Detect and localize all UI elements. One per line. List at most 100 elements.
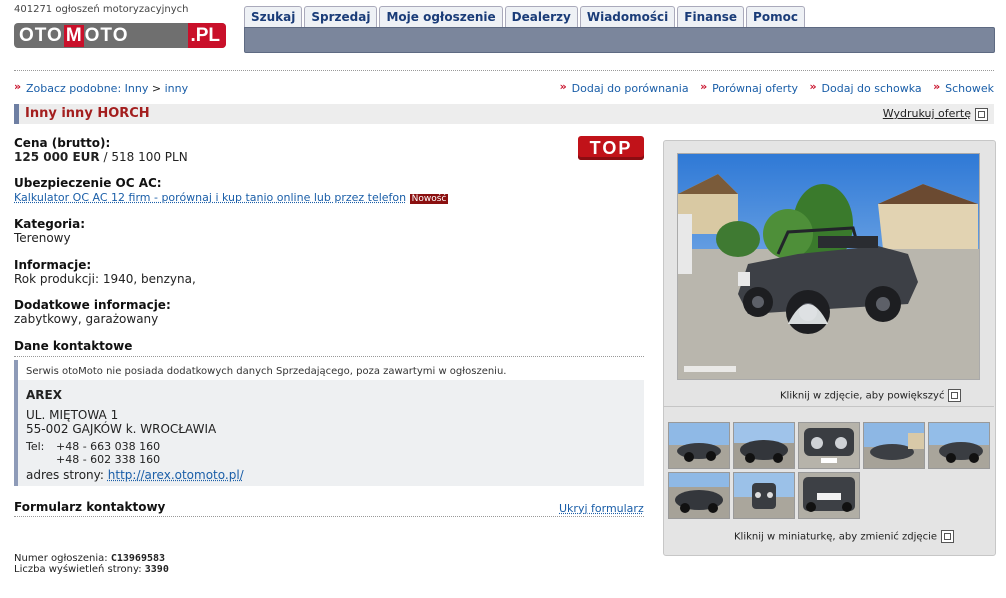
thumbnail-image bbox=[734, 423, 794, 468]
thumbnail-image bbox=[799, 473, 859, 518]
bullet-icon bbox=[700, 80, 708, 93]
thumbnail-4[interactable] bbox=[863, 422, 925, 469]
tab-pomoc[interactable]: Pomoc bbox=[746, 6, 805, 27]
divider bbox=[14, 70, 994, 71]
contact-form-heading: Formularz kontaktowy bbox=[14, 500, 166, 514]
thumbnail-image bbox=[799, 423, 859, 468]
bullet-icon bbox=[560, 80, 568, 93]
thumbnail-image bbox=[669, 423, 729, 468]
thumbnail-hint: Kliknij w miniaturkę, aby zmienić zdjęci… bbox=[734, 530, 955, 543]
thumbnail-hint-text: Kliknij w miniaturkę, aby zmienić zdjęci… bbox=[734, 531, 938, 543]
info-label: Informacje: bbox=[14, 258, 92, 272]
logo-word-oto-2: OTO bbox=[84, 24, 129, 46]
bullet-icon bbox=[810, 80, 818, 93]
listing-count: 401271 ogłoszeń motoryzacyjnych bbox=[14, 4, 189, 15]
price-label: Cena (brutto): bbox=[14, 136, 111, 150]
thumbnail-1[interactable] bbox=[668, 422, 730, 469]
vehicle-photo-image bbox=[678, 154, 979, 379]
tab-szukaj[interactable]: Szukaj bbox=[244, 6, 303, 27]
seller-street: UL. MIĘTOWA 1 bbox=[26, 408, 119, 422]
seller-website-link[interactable]: http://arex.otomoto.pl/ bbox=[108, 468, 244, 482]
tab-finanse[interactable]: Finanse bbox=[677, 6, 745, 27]
price-main: 125 000 EUR bbox=[14, 150, 100, 164]
title-bar: Inny inny HORCH Wydrukuj ofertę bbox=[14, 104, 994, 124]
tab-moje-ogloszenie[interactable]: Moje ogłoszenie bbox=[379, 6, 503, 27]
thumbnail-3[interactable] bbox=[798, 422, 860, 469]
price-section: Cena (brutto): 125 000 EUR / 518 100 PLN bbox=[14, 136, 188, 164]
thumbnail-image bbox=[929, 423, 989, 468]
tab-sprzedaj[interactable]: Sprzedaj bbox=[304, 6, 378, 27]
contact-heading: Dane kontaktowe bbox=[14, 339, 133, 353]
main-photo[interactable] bbox=[677, 153, 980, 380]
seller-city: 55-002 GAJKÓW k. WROCŁAWIA bbox=[26, 422, 217, 436]
thumbnail-8[interactable] bbox=[798, 472, 860, 519]
thumbnails-icon bbox=[941, 530, 955, 543]
thumbnail-image bbox=[669, 473, 729, 518]
bullet-icon bbox=[14, 80, 22, 93]
category-section: Kategoria: Terenowy bbox=[14, 217, 85, 245]
compare-offers-link[interactable]: Porównaj oferty bbox=[712, 82, 798, 95]
website-label: adres strony: bbox=[26, 468, 104, 482]
price-alt: 518 100 PLN bbox=[111, 150, 188, 164]
insurance-calculator-link[interactable]: Kalkulator OC AC 12 firm - porównaj i ku… bbox=[14, 191, 406, 204]
seller-phone-1: +48 - 663 038 160 bbox=[56, 440, 161, 453]
views-label: Liczba wyświetleń strony: bbox=[14, 564, 142, 575]
category-label: Kategoria: bbox=[14, 217, 86, 231]
thumbnail-6[interactable] bbox=[668, 472, 730, 519]
category-value: Terenowy bbox=[14, 231, 71, 245]
logo-pl: .PL bbox=[188, 23, 226, 48]
thumbnail-image bbox=[864, 423, 924, 468]
breadcrumb-item-inny[interactable]: Inny bbox=[125, 82, 149, 95]
divider bbox=[663, 406, 994, 407]
contact-note: Serwis otoMoto nie posiada dodatkowych d… bbox=[26, 366, 507, 377]
breadcrumb-separator: > bbox=[151, 82, 162, 95]
seller-name: AREX bbox=[26, 388, 62, 402]
price-separator: / bbox=[103, 150, 108, 164]
extra-info-label: Dodatkowe informacje: bbox=[14, 298, 171, 312]
seller-tel-label: Tel: bbox=[26, 440, 45, 453]
info-section: Informacje: Rok produkcji: 1940, benzyna… bbox=[14, 258, 196, 286]
thumbnail-2[interactable] bbox=[733, 422, 795, 469]
tab-wiadomosci[interactable]: Wiadomości bbox=[579, 6, 676, 27]
divider bbox=[14, 356, 644, 357]
print-offer-label: Wydrukuj ofertę bbox=[882, 107, 971, 120]
seller-phone-2: +48 - 602 338 160 bbox=[56, 453, 161, 466]
enlarge-hint: Kliknij w zdjęcie, aby powiększyć bbox=[780, 389, 962, 402]
listing-id-value: C13969583 bbox=[110, 553, 166, 564]
clipboard-link[interactable]: Schowek bbox=[945, 82, 994, 95]
thumbnail-5[interactable] bbox=[928, 422, 990, 469]
printer-icon bbox=[975, 107, 988, 121]
otomoto-logo[interactable]: OTO M OTO .PL bbox=[14, 23, 226, 48]
add-to-clipboard-link[interactable]: Dodaj do schowka bbox=[822, 82, 922, 95]
extra-info-section: Dodatkowe informacje: zabytkowy, garażow… bbox=[14, 298, 171, 326]
enlarge-hint-text: Kliknij w zdjęcie, aby powiększyć bbox=[780, 390, 945, 402]
listing-id-label: Numer ogłoszenia: bbox=[14, 553, 108, 564]
top-badge: TOP bbox=[578, 136, 644, 160]
contact-box: Serwis otoMoto nie posiada dodatkowych d… bbox=[14, 360, 644, 486]
views-value: 3390 bbox=[144, 564, 169, 575]
extra-info-value: zabytkowy, garażowany bbox=[14, 312, 159, 326]
toolbar-links: Zobacz podobne: Inny > inny Dodaj do por… bbox=[14, 80, 994, 95]
logo-word-oto: OTO bbox=[19, 24, 63, 46]
insurance-section: Ubezpieczenie OC AC: Kalkulator OC AC 12… bbox=[14, 176, 449, 204]
enlarge-icon[interactable] bbox=[948, 389, 962, 402]
tab-dealerzy[interactable]: Dealerzy bbox=[504, 6, 578, 27]
breadcrumb-prefix[interactable]: Zobacz podobne: bbox=[26, 82, 121, 95]
info-value: Rok produkcji: 1940, benzyna, bbox=[14, 272, 196, 286]
add-to-compare-link[interactable]: Dodaj do porównania bbox=[572, 82, 689, 95]
thumbnail-7[interactable] bbox=[733, 472, 795, 519]
hide-form-link[interactable]: Ukryj formularz bbox=[559, 502, 644, 515]
action-links: Dodaj do porównania Porównaj oferty Doda… bbox=[560, 80, 994, 95]
thumbnail-image bbox=[734, 473, 794, 518]
new-badge: Nowość bbox=[409, 194, 449, 204]
main-tabs: Szukaj Sprzedaj Moje ogłoszenie Dealerzy… bbox=[244, 6, 805, 27]
print-offer-link[interactable]: Wydrukuj ofertę bbox=[883, 107, 988, 121]
contact-details: AREX UL. MIĘTOWA 1 55-002 GAJKÓW k. WROC… bbox=[18, 380, 644, 486]
page-title: Inny inny HORCH bbox=[25, 106, 150, 121]
bullet-icon bbox=[933, 80, 941, 93]
insurance-label: Ubezpieczenie OC AC: bbox=[14, 176, 162, 190]
breadcrumb: Zobacz podobne: Inny > inny bbox=[14, 80, 189, 95]
breadcrumb-item-inny-2[interactable]: inny bbox=[165, 82, 189, 95]
logo-letter-m: M bbox=[63, 24, 84, 47]
divider bbox=[14, 516, 644, 517]
